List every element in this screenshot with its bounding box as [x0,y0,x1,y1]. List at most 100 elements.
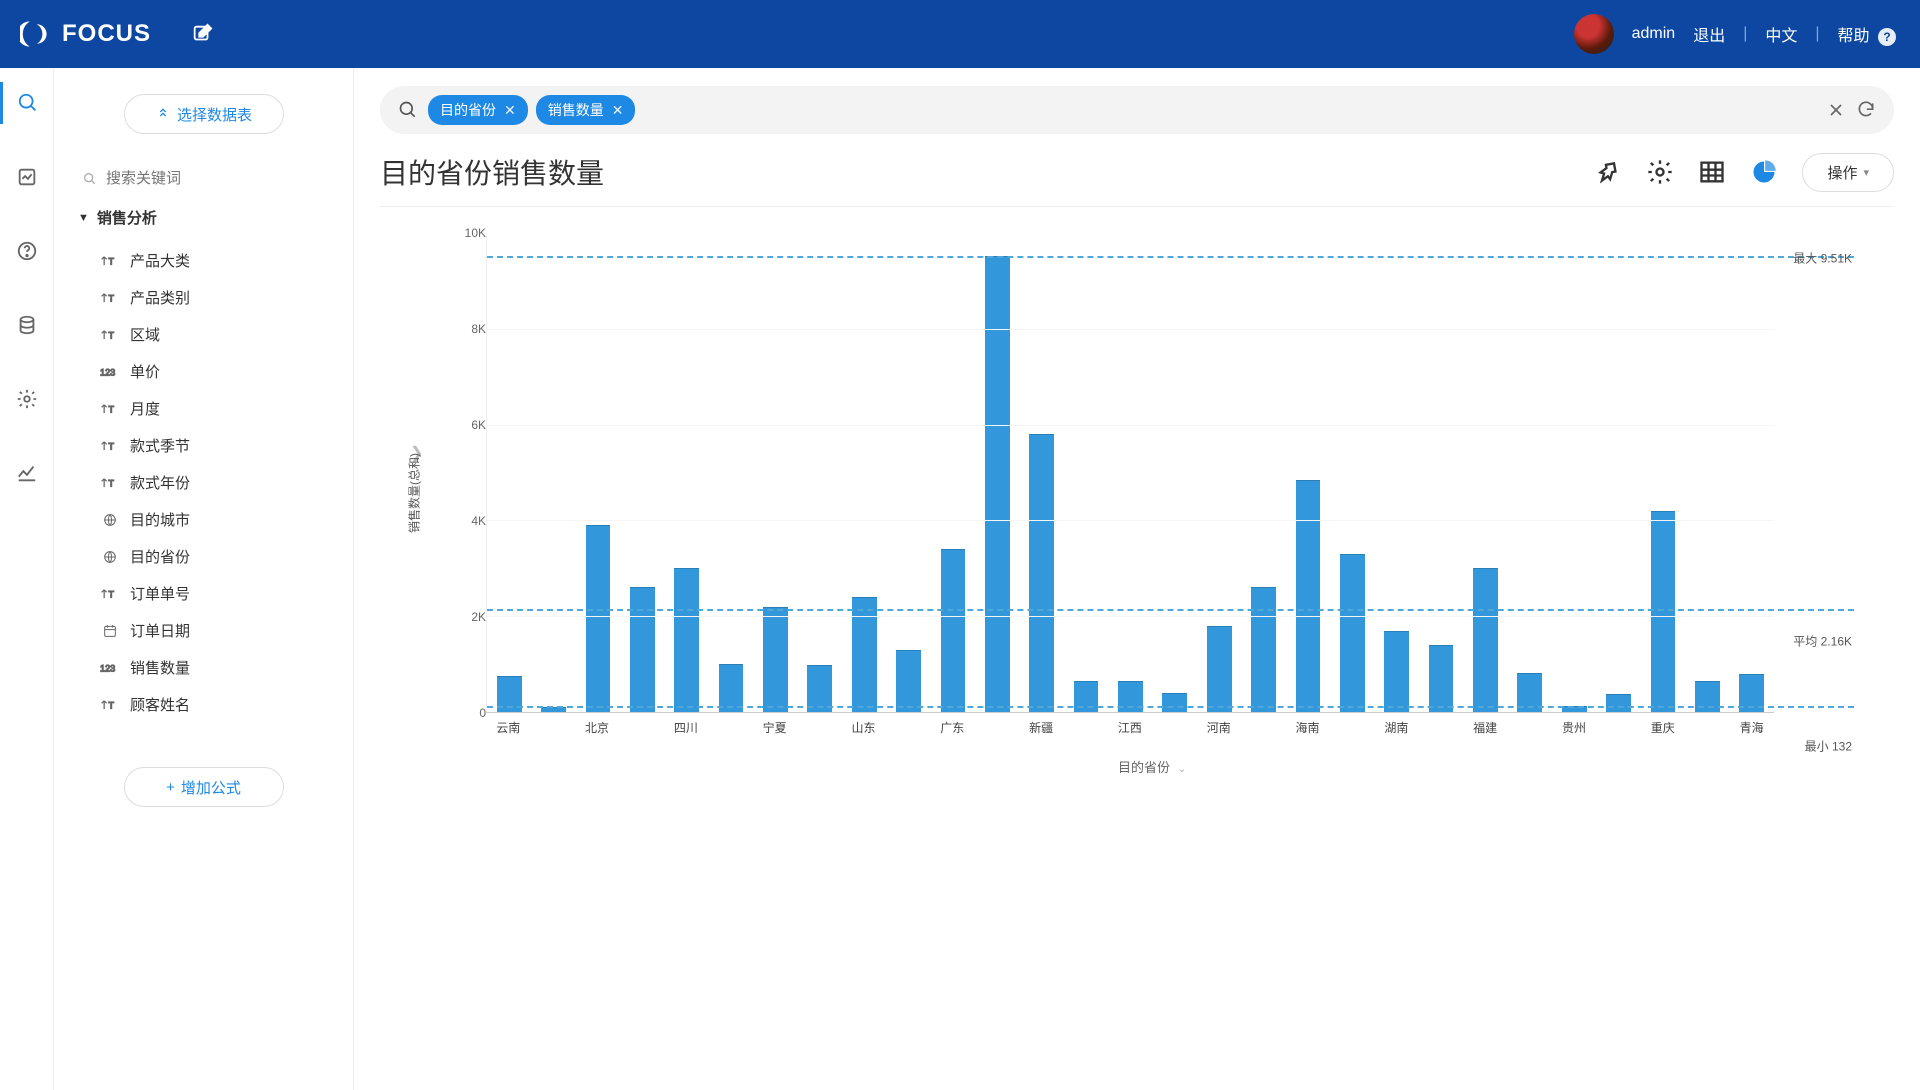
bar-slot [1508,233,1552,712]
caret-down-icon: ▼ [78,212,89,224]
bar[interactable] [1429,645,1454,712]
field-item[interactable]: 123单价 [78,353,329,390]
refresh-icon[interactable] [1856,100,1876,120]
bar-slot [1241,233,1285,712]
bar[interactable] [1251,587,1276,712]
plus-icon: + [166,779,175,796]
bar-slot [753,233,797,712]
query-bar[interactable]: 目的省份✕ 销售数量✕ [380,86,1894,134]
bar[interactable] [1473,568,1498,712]
logout-link[interactable]: 退出 [1693,22,1725,46]
svg-text:T: T [108,589,114,599]
reference-line [487,256,1854,258]
bar[interactable] [985,256,1010,712]
bar[interactable] [630,587,655,712]
y-axis-label: 销售数量(总和) [406,453,423,533]
bar[interactable] [763,607,788,712]
brand-text: FOCUS [62,20,151,48]
user-label[interactable]: admin [1632,25,1676,43]
field-item[interactable]: T顾客姓名 [78,686,329,723]
rail-db[interactable] [0,304,54,346]
type-icon: T [100,290,120,306]
rail-settings[interactable] [0,378,54,420]
bar[interactable] [941,549,966,712]
y-axis: 02K4K6K8K10K [450,233,486,713]
field-item[interactable]: 订单日期 [78,612,329,649]
clear-icon[interactable] [1826,100,1846,120]
main: 目的省份✕销售数量✕ 目的省份销售数量 操作 ▾ ❯ 销售数 [354,68,1920,1090]
close-icon[interactable]: ✕ [612,102,624,119]
bar-slot [620,233,664,712]
field-item[interactable]: T月度 [78,390,329,427]
bar[interactable] [1207,626,1232,712]
svg-text:123: 123 [100,663,115,673]
field-item[interactable]: 目的省份 [78,538,329,575]
help-icon: ? [1878,28,1896,46]
plot-area [486,233,1774,713]
sidebar-section-title[interactable]: ▼ 销售分析 [78,207,329,228]
bar[interactable] [541,707,566,712]
pin-icon[interactable] [1594,158,1622,186]
svg-text:123: 123 [100,367,115,377]
rail-chart[interactable] [0,156,54,198]
bar[interactable] [896,650,921,712]
bar[interactable] [586,525,611,712]
field-item[interactable]: T产品类别 [78,279,329,316]
type-icon [100,549,120,565]
header-right: admin 退出 | 中文 | 帮助 ? [1574,14,1896,54]
svg-text:T: T [108,700,114,710]
field-item[interactable]: 目的城市 [78,501,329,538]
svg-text:T: T [108,478,114,488]
query-pill[interactable]: 销售数量✕ [536,95,636,125]
bar[interactable] [1384,631,1409,712]
bar[interactable] [1606,694,1631,712]
rail-help[interactable] [0,230,54,272]
add-formula-button[interactable]: + 增加公式 [124,767,284,807]
bar[interactable] [674,568,699,712]
bar[interactable] [1029,434,1054,712]
field-item[interactable]: 123销售数量 [78,649,329,686]
bar-slot [487,233,531,712]
svg-text:T: T [108,404,114,414]
x-axis-label[interactable]: 目的省份 ⌄ [450,757,1854,776]
pie-chart-icon[interactable] [1750,158,1778,186]
bar[interactable] [1340,554,1365,712]
field-item[interactable]: T订单单号 [78,575,329,612]
compose-icon[interactable] [191,23,213,45]
reference-line [487,706,1854,708]
lang-link[interactable]: 中文 [1765,22,1797,46]
actions-button[interactable]: 操作 ▾ [1802,153,1894,192]
brand: FOCUS [20,20,151,48]
bar-slot [1286,233,1330,712]
bar[interactable] [1162,693,1187,712]
x-axis: 云南北京四川宁夏山东广东新疆江西河南海南湖南福建贵州重庆青海 [486,713,1774,753]
nav-rail [0,68,54,1090]
bar[interactable] [1296,480,1321,712]
bar[interactable] [852,597,877,712]
close-icon[interactable]: ✕ [504,102,516,119]
sidebar-search[interactable] [78,164,329,193]
bar-slot [886,233,930,712]
bar-slot [842,233,886,712]
chart: ❯ 销售数量(总和) 02K4K6K8K10K 云南北京四川宁夏山东广东新疆江西… [380,215,1894,806]
field-item[interactable]: T款式季节 [78,427,329,464]
avatar[interactable] [1574,14,1614,54]
sidebar-search-input[interactable] [106,170,325,187]
select-table-button[interactable]: 选择数据表 [124,94,284,134]
field-item[interactable]: T款式年份 [78,464,329,501]
bar-slot [576,233,620,712]
query-pill[interactable]: 目的省份✕ [428,95,528,125]
field-item[interactable]: T产品大类 [78,242,329,279]
bar[interactable] [1651,511,1676,712]
gear-icon[interactable] [1646,158,1674,186]
search-icon [398,100,418,120]
field-item[interactable]: T区域 [78,316,329,353]
bar-slot [1641,233,1685,712]
table-icon[interactable] [1698,158,1726,186]
rail-search[interactable] [0,82,54,124]
help-link[interactable]: 帮助 ? [1838,22,1896,46]
rail-trend[interactable] [0,452,54,494]
bar-slot [1108,233,1152,712]
page-title: 目的省份销售数量 [380,152,604,192]
bar-slot [709,233,753,712]
